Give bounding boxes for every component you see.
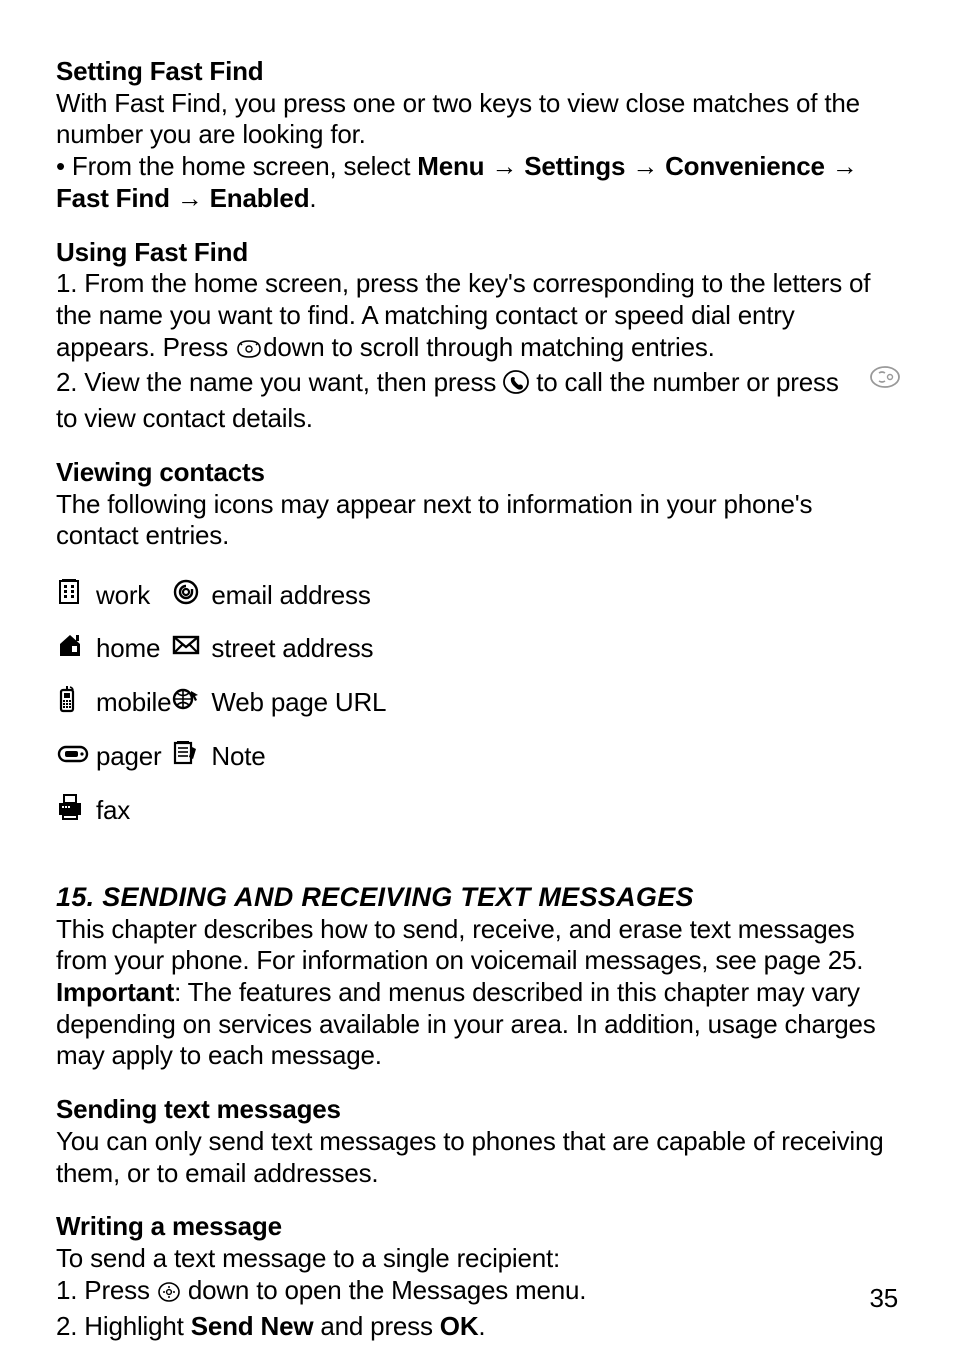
table-row: work email address	[56, 578, 386, 614]
nav-pad-icon	[235, 336, 263, 368]
menu-label: Menu	[417, 151, 484, 181]
call-icon	[503, 369, 529, 403]
label: fax	[96, 795, 130, 825]
heading-chapter-15: 15. SENDING AND RECEIVING TEXT MESSAGES	[56, 881, 898, 914]
para-important: Important: The features and menus descri…	[56, 977, 898, 1072]
send-new-label: Send New	[191, 1311, 314, 1341]
step-2: 2. View the name you want, then press to…	[56, 367, 898, 434]
table-row: fax	[56, 793, 386, 829]
label: work	[96, 580, 150, 610]
text: : The features and menus described in th…	[56, 977, 876, 1070]
para: With Fast Find, you press one or two key…	[56, 88, 898, 151]
text: to view contact details.	[56, 403, 313, 433]
label: email address	[211, 580, 370, 610]
nav-pad-icon	[157, 1279, 181, 1311]
arrow-icon: →	[632, 151, 658, 181]
text: 2. Highlight	[56, 1311, 191, 1341]
step-2: 2. Highlight Send New and press OK.	[56, 1311, 898, 1343]
arrow-icon: →	[177, 183, 203, 213]
heading-viewing-contacts: Viewing contacts	[56, 457, 898, 489]
table-row: mobile Web page URL	[56, 684, 386, 722]
page-number: 35	[869, 1283, 898, 1315]
para: You can only send text messages to phone…	[56, 1126, 898, 1189]
email-icon	[171, 582, 201, 612]
arrow-icon: →	[832, 151, 858, 181]
pager-icon	[56, 741, 90, 771]
text: and press	[313, 1311, 439, 1341]
settings-label: Settings	[524, 151, 625, 181]
para: This chapter describes how to send, rece…	[56, 914, 898, 977]
note-icon	[171, 743, 199, 773]
label: Web page URL	[211, 687, 386, 717]
step-1: 1. Press down to open the Messages menu.	[56, 1275, 898, 1311]
important-label: Important	[56, 977, 174, 1007]
table-row: home street address	[56, 632, 386, 666]
street-address-icon	[171, 633, 201, 663]
table-row: pager Note	[56, 739, 386, 775]
text: .	[478, 1311, 485, 1341]
label: street address	[211, 633, 373, 663]
text: 1. Press	[56, 1275, 157, 1305]
label: pager	[96, 741, 162, 771]
convenience-label: Convenience	[665, 151, 825, 181]
step-1: 1. From the home screen, press the key's…	[56, 268, 898, 367]
para-menu-path: • From the home screen, select Menu → Se…	[56, 151, 898, 214]
fax-icon	[56, 797, 84, 827]
web-url-icon	[171, 688, 201, 718]
text: 2. View the name you want, then press	[56, 367, 503, 397]
label: home	[96, 633, 160, 663]
mobile-icon	[56, 690, 78, 720]
page: Setting Fast Find With Fast Find, you pr…	[0, 0, 954, 1345]
para: The following icons may appear next to i…	[56, 489, 898, 552]
heading-setting-fast-find: Setting Fast Find	[56, 56, 898, 88]
ok-label: OK	[440, 1311, 479, 1341]
ok-key-icon	[870, 365, 900, 397]
text: down to scroll through matching entries.	[263, 332, 715, 362]
text: down to open the Messages menu.	[181, 1275, 587, 1305]
text: to call the number or press	[536, 367, 838, 397]
text: • From the home screen, select	[56, 151, 417, 181]
label: Note	[211, 741, 265, 771]
fast-find-label: Fast Find	[56, 183, 170, 213]
icon-legend-table: work email address	[56, 560, 386, 847]
enabled-label: Enabled	[210, 183, 310, 213]
heading-writing-message: Writing a message	[56, 1211, 898, 1243]
para: To send a text message to a single recip…	[56, 1243, 898, 1275]
text: .	[309, 183, 316, 213]
work-icon	[56, 582, 82, 612]
heading-using-fast-find: Using Fast Find	[56, 237, 898, 269]
heading-sending-text: Sending text messages	[56, 1094, 898, 1126]
arrow-icon: →	[491, 151, 517, 181]
home-icon	[56, 634, 86, 664]
label: mobile	[96, 687, 171, 717]
